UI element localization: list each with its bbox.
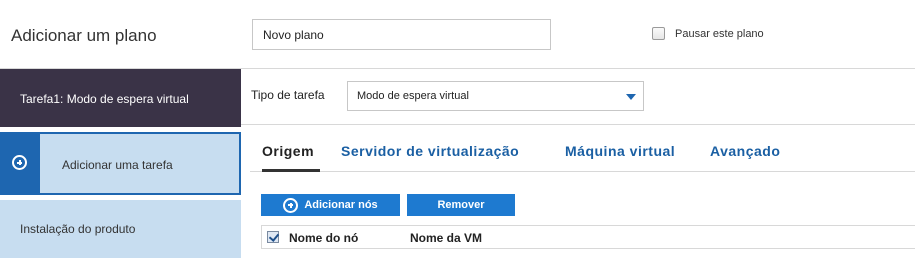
task-type-row: Tipo de tarefa Modo de espera virtual — [241, 69, 915, 125]
column-header-vm-name[interactable]: Nome da VM — [410, 231, 482, 245]
tab-virtual-machine[interactable]: Máquina virtual — [565, 143, 675, 159]
remove-label: Remover — [437, 199, 485, 211]
add-nodes-label: Adicionar nós — [304, 199, 378, 211]
nodes-table-header: Nome do nó Nome da VM — [261, 225, 915, 249]
plus-circle-icon — [12, 155, 27, 170]
column-header-node-name[interactable]: Nome do nó — [289, 231, 358, 245]
tab-origem[interactable]: Origem — [262, 143, 314, 159]
chevron-down-icon[interactable] — [626, 94, 636, 100]
add-nodes-button[interactable]: Adicionar nós — [261, 194, 400, 216]
page-title: Adicionar um plano — [11, 26, 157, 45]
sidebar-item-label: Instalação do produto — [20, 222, 136, 236]
active-tab-indicator — [262, 169, 320, 172]
add-task-button[interactable]: Adicionar uma tarefa — [0, 132, 241, 195]
add-task-label: Adicionar uma tarefa — [62, 158, 173, 172]
pause-plan-toggle[interactable]: Pausar este plano — [652, 27, 764, 40]
sidebar: Tarefa1: Modo de espera virtual Adiciona… — [0, 69, 241, 258]
pause-plan-checkbox[interactable] — [652, 27, 665, 40]
task-type-selected-value: Modo de espera virtual — [357, 90, 469, 102]
sidebar-item-task1[interactable]: Tarefa1: Modo de espera virtual — [0, 69, 241, 127]
add-task-icon-box — [0, 132, 40, 195]
pause-plan-label: Pausar este plano — [675, 27, 764, 40]
tab-advanced[interactable]: Avançado — [710, 143, 780, 159]
select-all-checkbox[interactable] — [267, 231, 279, 243]
tab-divider — [250, 171, 915, 172]
plan-name-input[interactable] — [252, 19, 551, 50]
sidebar-item-product-installation[interactable]: Instalação do produto — [0, 200, 241, 258]
task-type-select[interactable]: Modo de espera virtual — [347, 81, 644, 111]
plus-circle-icon — [283, 197, 299, 213]
sidebar-item-label: Tarefa1: Modo de espera virtual — [20, 92, 189, 106]
page-header: Adicionar um plano Pausar este plano — [0, 0, 915, 69]
task-type-label: Tipo de tarefa — [251, 88, 325, 102]
tab-virtualization-server[interactable]: Servidor de virtualização — [341, 143, 519, 159]
remove-button[interactable]: Remover — [407, 194, 515, 216]
